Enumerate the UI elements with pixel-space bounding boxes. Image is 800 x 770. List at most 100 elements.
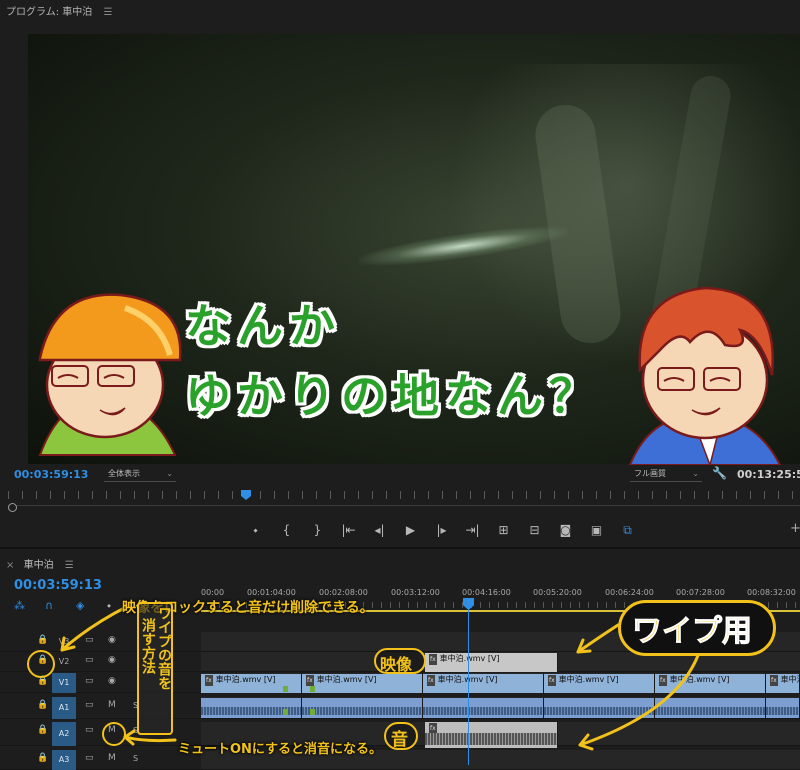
caption-line-2: ゆかりの地なん？	[185, 369, 601, 423]
film-icon[interactable]: ▭	[85, 635, 94, 645]
track-name[interactable]: A2	[52, 722, 76, 746]
microphone-icon[interactable]: ▭	[85, 753, 94, 763]
track-name[interactable]: V3	[52, 632, 76, 652]
mute-button[interactable]: M	[108, 700, 116, 710]
step-forward-icon[interactable]: |▸	[426, 520, 457, 540]
video-clip-v1[interactable]: fx車中泊.wmv [V]	[544, 674, 655, 693]
output-icon[interactable]: ⧉	[612, 520, 643, 540]
transition-marker[interactable]	[283, 686, 288, 692]
play-icon[interactable]: ▶	[395, 520, 426, 540]
video-clip-v1[interactable]: fx車中泊.wmv [V]	[302, 674, 423, 693]
step-back-icon[interactable]: ◂|	[364, 520, 395, 540]
track-header-a3: 🔒 A3 ▭ M S	[0, 750, 200, 770]
audio-clip-a1[interactable]	[544, 698, 655, 718]
track-name[interactable]: V2	[52, 652, 76, 672]
mute-button[interactable]: M	[108, 753, 116, 763]
track-name[interactable]: V1	[52, 673, 76, 693]
wipe-label: ワイプ用	[632, 614, 753, 650]
solo-button[interactable]: S	[133, 754, 138, 763]
close-icon[interactable]: ×	[6, 560, 14, 571]
film-icon[interactable]: ▭	[85, 655, 94, 665]
timeline-timecode[interactable]: 00:03:59:13	[14, 578, 102, 593]
mute-highlight-circle	[102, 722, 126, 746]
comparison-icon[interactable]: ▣	[581, 520, 612, 540]
out-point-icon[interactable]: }	[302, 520, 333, 540]
add-marker-icon[interactable]: ⬩	[107, 599, 111, 613]
go-to-in-icon[interactable]: |⇤	[333, 520, 364, 540]
lock-highlight-circle	[27, 650, 55, 678]
monitor-time-ruler[interactable]	[8, 487, 800, 501]
in-point-icon[interactable]: {	[271, 520, 302, 540]
fx-badge-icon: fx	[548, 675, 556, 686]
marker-icon[interactable]: ⬩	[240, 520, 271, 540]
audio-clip-a1[interactable]	[655, 698, 766, 718]
video-clip-v1[interactable]: fx車中泊.wmv [V]	[655, 674, 766, 693]
mute-annotation: ミュートONにすると消音になる。	[178, 742, 383, 757]
lock-icon[interactable]: 🔒	[37, 635, 48, 645]
lock-icon[interactable]: 🔒	[37, 725, 48, 735]
snap-icon[interactable]: ∩	[45, 599, 53, 612]
video-clip-v1[interactable]: fx車中泊.wmv [V]	[766, 674, 800, 693]
timeline-playhead-line[interactable]	[468, 598, 469, 765]
transition-marker[interactable]	[310, 686, 315, 692]
clip-label: 車中泊.wmv [V]	[780, 675, 799, 684]
lock-icon[interactable]: 🔒	[37, 753, 48, 763]
ruler-label: 00:03:12:00	[391, 588, 440, 597]
go-to-out-icon[interactable]: ⇥|	[457, 520, 488, 540]
wrench-icon[interactable]: 🔧	[712, 466, 727, 480]
add-button-icon[interactable]: +	[790, 521, 800, 536]
audio-clip-a1[interactable]	[201, 698, 302, 718]
audio-label: 音	[391, 730, 408, 750]
film-icon[interactable]: ▭	[85, 676, 94, 686]
video-label: 映像	[380, 655, 413, 674]
caption-line-1: なんか	[185, 299, 341, 353]
audio-clip-a1[interactable]	[302, 698, 423, 718]
ruler-label: 00:07:28:00	[676, 588, 725, 597]
ruler-label: 00:02:08:00	[319, 588, 368, 597]
microphone-icon[interactable]: ▭	[85, 700, 94, 710]
hamburger-icon[interactable]: ☰	[65, 560, 74, 571]
scroll-handle[interactable]	[8, 503, 17, 512]
video-clip-v1[interactable]: fx車中泊.wmv [V]	[423, 674, 544, 693]
ruler-label: 00:00	[201, 588, 225, 597]
track-name[interactable]: A1	[52, 697, 76, 719]
track-name[interactable]: A3	[52, 750, 76, 770]
ruler-label: 00:06:24:00	[605, 588, 654, 597]
audio-clip-a1[interactable]	[423, 698, 544, 718]
camera-icon[interactable]: ◙	[550, 520, 581, 540]
transition-marker[interactable]	[310, 709, 315, 715]
fx-badge-icon: fx	[427, 675, 435, 686]
zoom-level-value: 全体表示	[108, 469, 140, 478]
nest-icon[interactable]: ⁂	[14, 599, 25, 612]
lift-icon[interactable]: ⊞	[488, 520, 519, 540]
extract-icon[interactable]: ⊟	[519, 520, 550, 540]
playhead-timecode[interactable]: 00:03:59:13	[14, 468, 88, 481]
fx-badge-icon: fx	[770, 675, 778, 686]
clip-label: 車中泊.wmv [V]	[669, 675, 730, 684]
eye-icon[interactable]: ◉	[108, 655, 116, 665]
fx-badge-icon: fx	[205, 675, 213, 686]
eye-icon[interactable]: ◉	[108, 676, 116, 686]
program-monitor-tab[interactable]: プログラム: 車中泊 ☰	[6, 3, 112, 18]
fx-badge-icon: fx	[306, 675, 314, 686]
ruler-label: 00:04:16:00	[462, 588, 511, 597]
ruler-label: 00:01:04:00	[247, 588, 296, 597]
lock-icon[interactable]: 🔒	[37, 700, 48, 710]
clip-label: 車中泊.wmv [V]	[316, 675, 377, 684]
playback-resolution-select[interactable]: フル画質 ⌄	[630, 467, 702, 482]
audio-clip-a1[interactable]	[766, 698, 800, 718]
video-clip-v2[interactable]: fx 車中泊.wmv [V]	[425, 653, 558, 672]
audio-clip-a2[interactable]: fx	[425, 722, 558, 748]
panel-divider[interactable]	[0, 547, 800, 549]
fx-badge-icon: fx	[429, 654, 437, 665]
timeline-tab[interactable]: × 車中泊 ☰	[6, 556, 74, 571]
hamburger-icon[interactable]: ☰	[103, 7, 112, 18]
transition-marker[interactable]	[283, 709, 288, 715]
eye-icon[interactable]: ◉	[108, 635, 116, 645]
chevron-down-icon: ⌄	[692, 469, 699, 478]
monitor-zoom-scrollbar[interactable]	[8, 505, 800, 511]
duration-timecode: 00:13:25:5	[737, 468, 800, 481]
zoom-level-select[interactable]: 全体表示 ⌄	[104, 467, 176, 482]
linked-selection-icon[interactable]: ◈	[76, 599, 84, 612]
microphone-icon[interactable]: ▭	[85, 725, 94, 735]
